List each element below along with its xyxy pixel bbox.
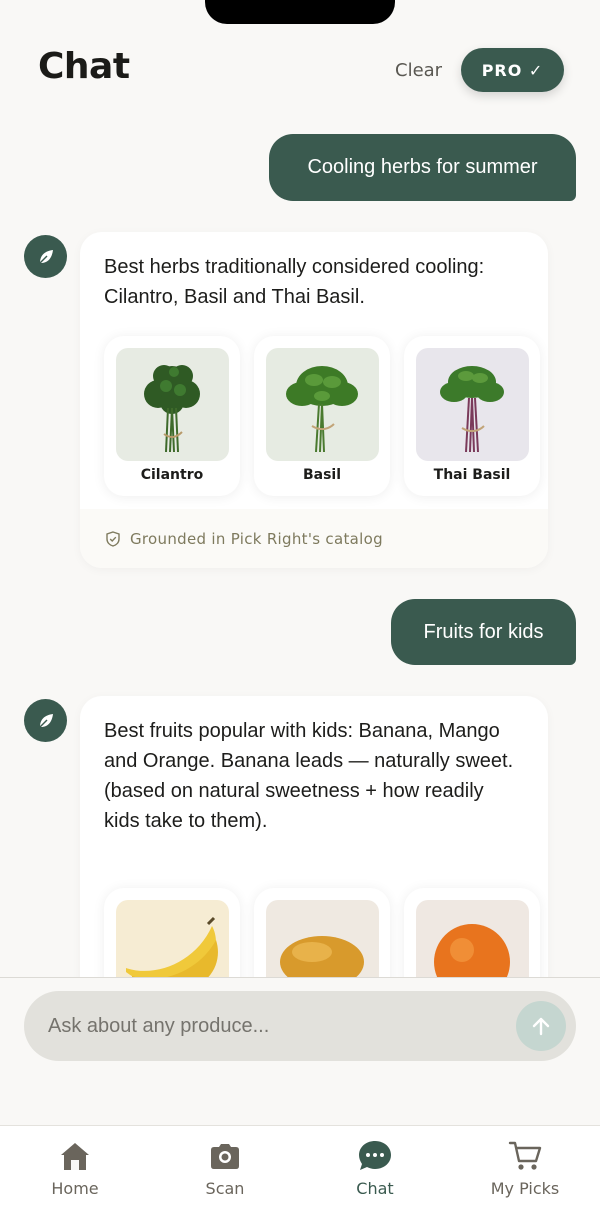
tab-home[interactable]: Home <box>0 1126 150 1211</box>
header: Chat Clear PRO ✓ <box>0 40 600 100</box>
tab-label: Chat <box>356 1179 394 1198</box>
send-button[interactable] <box>516 1001 566 1051</box>
camera-icon <box>211 1144 239 1169</box>
mango-image <box>266 900 379 977</box>
chat-input-box[interactable] <box>24 991 576 1061</box>
product-card-mango[interactable] <box>254 888 390 977</box>
shield-check-icon <box>106 531 120 547</box>
assistant-avatar <box>24 235 67 278</box>
product-name: Cilantro <box>140 467 204 483</box>
cilantro-image <box>116 348 229 461</box>
tab-scan[interactable]: Scan <box>150 1126 300 1211</box>
tab-label: Home <box>51 1179 99 1198</box>
product-card-thai-basil[interactable]: Thai Basil <box>404 336 540 496</box>
product-card-cilantro[interactable]: Cilantro <box>104 336 240 496</box>
clear-button[interactable]: Clear <box>395 60 442 81</box>
product-card-basil[interactable]: Basil <box>254 336 390 496</box>
user-message-bubble: Fruits for kids <box>391 599 576 665</box>
product-card-banana[interactable] <box>104 888 240 977</box>
tab-label: My Picks <box>490 1179 560 1198</box>
bottom-tab-bar: Home Scan Chat My Picks <box>0 1125 600 1211</box>
leaf-icon <box>39 713 53 727</box>
chat-input[interactable] <box>48 991 508 1061</box>
page-title: Chat <box>38 46 130 87</box>
product-name: Thai Basil <box>433 467 511 483</box>
tab-chat[interactable]: Chat <box>300 1126 450 1211</box>
user-message-bubble: Cooling herbs for summer <box>269 134 576 201</box>
chat-icon <box>359 1141 391 1170</box>
assistant-message-text: Best herbs traditionally considered cool… <box>104 256 485 308</box>
chat-scroll-area[interactable]: Chat Clear PRO ✓ Cooling herbs for summe… <box>0 0 600 977</box>
pro-badge-button[interactable]: PRO ✓ <box>461 48 564 92</box>
orange-image <box>416 900 529 977</box>
home-icon <box>61 1143 89 1170</box>
leaf-icon <box>39 249 53 263</box>
product-card-orange[interactable] <box>404 888 540 977</box>
assistant-avatar <box>24 699 67 742</box>
thai-basil-image <box>416 348 529 461</box>
assistant-message-text: Best fruits popular with kids: Banana, M… <box>104 720 514 832</box>
arrow-up-icon <box>532 1017 550 1036</box>
banana-image <box>116 900 229 977</box>
assistant-message-card: Best fruits popular with kids: Banana, M… <box>80 696 548 977</box>
composer <box>0 977 600 1125</box>
product-name: Basil <box>302 467 342 483</box>
assistant-message-card: Best herbs traditionally considered cool… <box>80 232 548 568</box>
grounded-footer: Grounded in Pick Right's catalog <box>80 509 548 568</box>
tab-label: Scan <box>205 1179 245 1198</box>
grounded-text: Grounded in Pick Right's catalog <box>130 530 383 548</box>
cart-icon <box>508 1141 542 1170</box>
tab-my-picks[interactable]: My Picks <box>450 1126 600 1211</box>
basil-image <box>266 348 379 461</box>
